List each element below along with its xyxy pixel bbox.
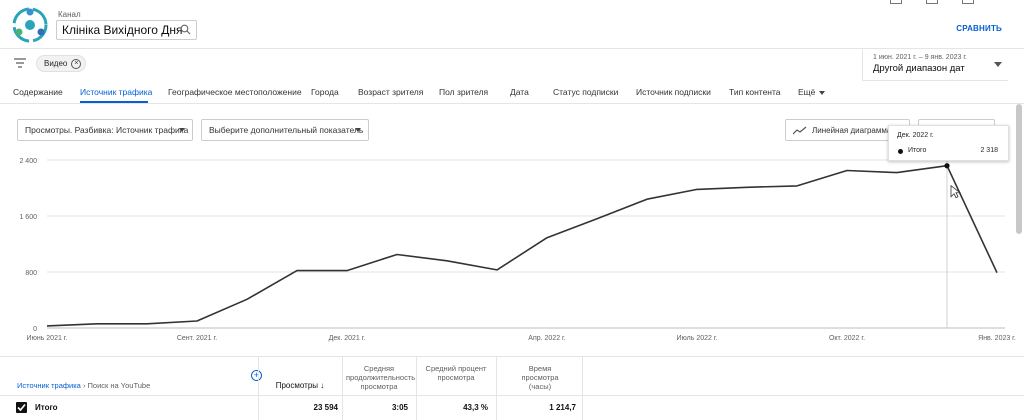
channel-name: Клініка Вихідного Дня xyxy=(62,23,183,37)
chevron-down-icon xyxy=(994,62,1002,67)
x-tick-label: Окт. 2022 г. xyxy=(829,335,865,342)
tab-viewer-gender[interactable]: Пол зрителя xyxy=(439,87,488,97)
column-header-watch-time[interactable]: Время просмотра (часы) xyxy=(510,364,570,391)
tab-cities[interactable]: Города xyxy=(311,87,339,97)
x-tick-label: Июнь 2021 г. xyxy=(27,335,68,342)
header: Канал Клініка Вихідного Дня СРАВНИТЬ xyxy=(0,0,1024,48)
tab-more-label: Ещё xyxy=(798,87,816,97)
y-tick-label: 0 xyxy=(33,326,37,333)
breadcrumb: Источник трафика › Поиск на YouTube xyxy=(17,381,150,390)
line-chart-icon xyxy=(793,126,807,135)
chevron-down-icon xyxy=(179,128,185,132)
share-icon[interactable] xyxy=(926,0,938,4)
tab-date[interactable]: Дата xyxy=(510,87,529,97)
filter-chip-video[interactable]: Видео × xyxy=(36,55,87,72)
dimension-tabs: Содержание Источник трафика Географическ… xyxy=(0,80,1024,104)
total-avg-percent: 43,3 % xyxy=(463,403,488,412)
channel-selector[interactable]: Клініка Вихідного Дня xyxy=(56,20,197,40)
tab-subscription-source[interactable]: Источник подписки xyxy=(636,87,711,97)
metric-dropdown-label: Просмотры. Разбивка: Источник трафика xyxy=(25,125,189,135)
tab-content-type[interactable]: Тип контента xyxy=(729,87,781,97)
breadcrumb-link[interactable]: Источник трафика xyxy=(17,381,81,390)
filter-icon[interactable] xyxy=(14,58,26,68)
column-header-avg-duration[interactable]: Средняя продолжительность просмотра xyxy=(346,364,415,391)
tab-content[interactable]: Содержание xyxy=(13,87,63,97)
tooltip-date: Дек. 2022 г. xyxy=(897,132,934,139)
cursor-icon xyxy=(950,184,962,199)
chart-type-label: Линейная диаграмма xyxy=(812,125,892,135)
tab-subscription-status[interactable]: Статус подписки xyxy=(553,87,618,97)
filter-chip-label: Видео xyxy=(44,59,68,68)
table-row-total: Итого 23 594 3:05 43,3 % 1 214,7 xyxy=(0,395,1024,420)
checkbox-checked-icon[interactable] xyxy=(16,402,27,413)
views-line-chart: 0 800 1 600 2 400 Июнь 2021 г. Сент. 2021 г. Д… xyxy=(19,156,1016,342)
top-icons xyxy=(890,0,974,4)
column-header-avg-percent[interactable]: Средний процент просмотра xyxy=(420,364,492,382)
search-icon[interactable] xyxy=(180,24,191,35)
tooltip-series-name: Итого xyxy=(908,147,927,154)
tab-viewer-age[interactable]: Возраст зрителя xyxy=(358,87,423,97)
tab-geography[interactable]: Географическое местоположение xyxy=(168,87,302,97)
column-header-views[interactable]: Просмотры ↓ xyxy=(264,381,336,390)
date-range-selector[interactable]: 1 июн. 2021 г. – 9 янв. 2023 г. Другой д… xyxy=(862,50,1008,81)
chart-tooltip: Дек. 2022 г. Итого 2 318 xyxy=(888,125,1009,161)
breadcrumb-rest: › Поиск на YouTube xyxy=(82,381,151,390)
download-icon[interactable] xyxy=(890,0,902,4)
y-tick-label: 1 600 xyxy=(19,214,37,221)
total-views: 23 594 xyxy=(313,403,338,412)
add-dimension-icon[interactable]: + xyxy=(251,370,262,381)
extra-metric-dropdown[interactable]: Выберите дополнительный показатель xyxy=(201,119,369,141)
tooltip-value: 2 318 xyxy=(980,147,998,154)
y-tick-label: 2 400 xyxy=(19,158,37,165)
extra-metric-dropdown-label: Выберите дополнительный показатель xyxy=(209,125,364,135)
active-tab-indicator xyxy=(80,101,148,103)
total-watch-time: 1 214,7 xyxy=(549,403,576,412)
tab-traffic-source[interactable]: Источник трафика xyxy=(80,87,152,97)
x-tick-label: Апр. 2022 г. xyxy=(528,335,565,342)
chevron-down-icon xyxy=(819,90,826,95)
filter-bar: Видео × 1 июн. 2021 г. – 9 янв. 2023 г. … xyxy=(0,48,1024,81)
total-row-label: Итого xyxy=(35,403,58,412)
close-icon[interactable]: × xyxy=(71,58,82,69)
x-tick-label: Июль 2022 г. xyxy=(677,335,718,342)
compare-button[interactable]: СРАВНИТЬ xyxy=(956,24,1002,33)
hovered-point-marker xyxy=(944,163,950,169)
date-mode-text: Другой диапазон дат xyxy=(873,63,965,74)
x-tick-label: Дек. 2021 г. xyxy=(329,335,366,342)
total-avg-duration: 3:05 xyxy=(391,403,408,412)
date-range-text: 1 июн. 2021 г. – 9 янв. 2023 г. xyxy=(873,54,967,61)
channel-logo[interactable] xyxy=(11,6,49,44)
chevron-down-icon xyxy=(355,128,361,132)
data-table: Источник трафика › Поиск на YouTube + Пр… xyxy=(0,356,1024,420)
series-line-total xyxy=(46,164,998,327)
y-tick-label: 800 xyxy=(25,270,37,277)
x-tick-label: Сент. 2021 г. xyxy=(177,335,217,342)
tab-more[interactable]: Ещё xyxy=(798,87,826,97)
channel-label: Канал xyxy=(58,10,81,19)
metric-dropdown[interactable]: Просмотры. Разбивка: Источник трафика xyxy=(17,119,193,141)
x-tick-label: Янв. 2023 г. xyxy=(978,335,1016,342)
feedback-icon[interactable] xyxy=(962,0,974,4)
series-dot-icon xyxy=(898,149,903,154)
